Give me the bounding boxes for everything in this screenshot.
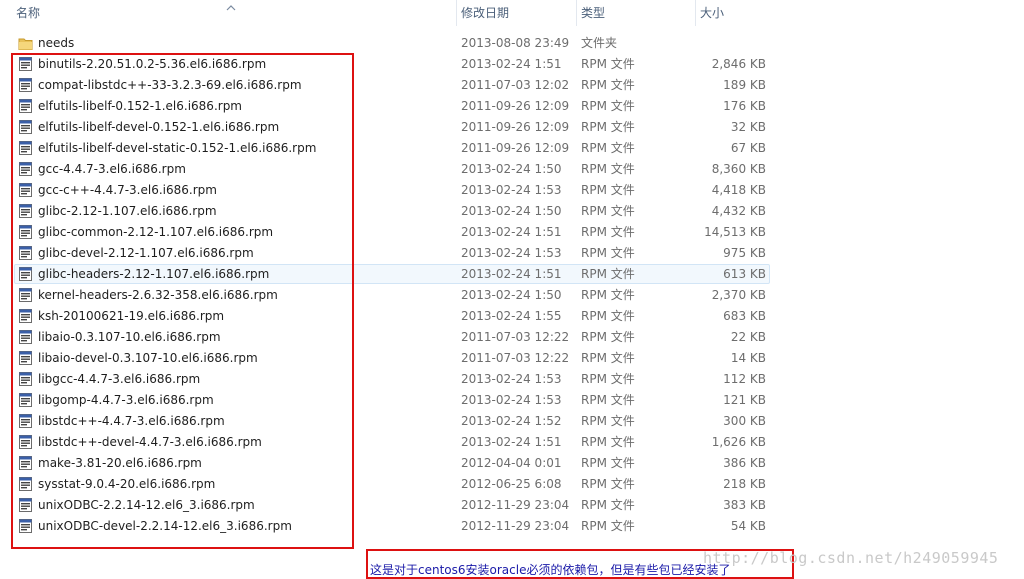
file-modified-date: 2013-02-24 1:50	[461, 204, 562, 218]
file-size: 8,360 KB	[711, 162, 766, 176]
file-size: 4,418 KB	[711, 183, 766, 197]
file-size: 176 KB	[723, 99, 766, 113]
file-type: RPM 文件	[581, 435, 635, 449]
file-row[interactable]: needs 2013-08-08 23:49 文件夹	[0, 33, 1024, 54]
file-type: RPM 文件	[581, 162, 635, 176]
file-size: 683 KB	[723, 309, 766, 323]
file-modified-date: 2013-02-24 1:53	[461, 393, 562, 407]
file-type: RPM 文件	[581, 372, 635, 386]
column-header-size[interactable]: 大小	[695, 0, 775, 26]
file-modified-date: 2013-02-24 1:53	[461, 246, 562, 260]
file-modified-date: 2013-02-24 1:50	[461, 162, 562, 176]
file-size: 386 KB	[723, 456, 766, 470]
column-header-type[interactable]: 类型	[576, 0, 694, 26]
file-name: needs	[38, 36, 75, 50]
file-size: 32 KB	[730, 120, 766, 134]
file-modified-date: 2012-11-29 23:04	[461, 498, 570, 512]
watermark-text: http://blog.csdn.net/h249059945	[703, 549, 999, 567]
file-modified-date: 2011-09-26 12:09	[461, 141, 570, 155]
file-size	[700, 33, 766, 54]
file-type: RPM 文件	[581, 225, 635, 239]
file-size: 189 KB	[723, 78, 766, 92]
highlight-box-dependencies	[11, 53, 354, 549]
file-type: RPM 文件	[581, 288, 635, 302]
file-type: RPM 文件	[581, 330, 635, 344]
folder-icon	[18, 35, 33, 51]
file-size: 22 KB	[730, 330, 766, 344]
file-size: 1,626 KB	[711, 435, 766, 449]
file-type: RPM 文件	[581, 141, 635, 155]
file-size: 613 KB	[723, 267, 766, 281]
file-type: RPM 文件	[581, 414, 635, 428]
file-modified-date: 2011-09-26 12:09	[461, 99, 570, 113]
file-size: 300 KB	[723, 414, 766, 428]
file-size: 54 KB	[730, 519, 766, 533]
file-type: RPM 文件	[581, 456, 635, 470]
file-type: RPM 文件	[581, 246, 635, 260]
file-modified-date: 2012-04-04 0:01	[461, 456, 562, 470]
file-type: RPM 文件	[581, 519, 635, 533]
file-modified-date: 2013-02-24 1:52	[461, 414, 562, 428]
file-type: 文件夹	[581, 36, 618, 50]
file-modified-date: 2013-02-24 1:51	[461, 435, 562, 449]
file-type: RPM 文件	[581, 183, 635, 197]
file-modified-date: 2013-08-08 23:49	[461, 36, 570, 50]
file-modified-date: 2013-02-24 1:51	[461, 57, 562, 71]
file-modified-date: 2013-02-24 1:51	[461, 225, 562, 239]
file-modified-date: 2013-02-24 1:50	[461, 288, 562, 302]
sort-ascending-icon	[226, 0, 236, 11]
file-type: RPM 文件	[581, 393, 635, 407]
file-type: RPM 文件	[581, 477, 635, 491]
file-size: 2,370 KB	[711, 288, 766, 302]
file-type: RPM 文件	[581, 99, 635, 113]
file-size: 383 KB	[723, 498, 766, 512]
file-modified-date: 2011-09-26 12:09	[461, 120, 570, 134]
column-header-bar: 名称 修改日期 类型 大小	[0, 0, 1024, 26]
file-modified-date: 2013-02-24 1:55	[461, 309, 562, 323]
file-modified-date: 2013-02-24 1:51	[461, 267, 562, 281]
file-type: RPM 文件	[581, 351, 635, 365]
file-modified-date: 2013-02-24 1:53	[461, 183, 562, 197]
file-type: RPM 文件	[581, 120, 635, 134]
file-size: 4,432 KB	[711, 204, 766, 218]
file-size: 218 KB	[723, 477, 766, 491]
file-size: 14,513 KB	[704, 225, 766, 239]
file-modified-date: 2013-02-24 1:53	[461, 372, 562, 386]
file-size: 112 KB	[723, 372, 766, 386]
file-size: 14 KB	[730, 351, 766, 365]
file-size: 975 KB	[723, 246, 766, 260]
file-type: RPM 文件	[581, 78, 635, 92]
file-size: 121 KB	[723, 393, 766, 407]
file-type: RPM 文件	[581, 309, 635, 323]
file-modified-date: 2012-06-25 6:08	[461, 477, 562, 491]
file-modified-date: 2011-07-03 12:02	[461, 78, 570, 92]
file-size: 2,846 KB	[711, 57, 766, 71]
annotation-caption: 这是对于centos6安装oracle必须的依赖包，但是有些包已经安装了	[370, 563, 731, 577]
file-type: RPM 文件	[581, 57, 635, 71]
file-type: RPM 文件	[581, 267, 635, 281]
column-header-date[interactable]: 修改日期	[456, 0, 575, 26]
file-size: 67 KB	[730, 141, 766, 155]
file-modified-date: 2011-07-03 12:22	[461, 351, 570, 365]
file-type: RPM 文件	[581, 204, 635, 218]
file-modified-date: 2012-11-29 23:04	[461, 519, 570, 533]
file-type: RPM 文件	[581, 498, 635, 512]
file-modified-date: 2011-07-03 12:22	[461, 330, 570, 344]
